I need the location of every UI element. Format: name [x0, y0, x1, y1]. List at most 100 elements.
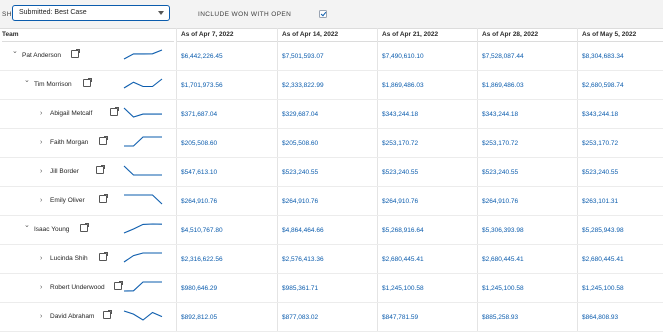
trend-line — [124, 194, 163, 205]
column-header-date: As of Apr 28, 2022 — [477, 28, 577, 42]
team-member-name: Isaac Young — [34, 226, 70, 233]
trend-sparkline — [124, 194, 163, 205]
forecast-amount-link[interactable]: $253,170.72 — [382, 140, 418, 147]
forecast-amount-link[interactable]: $2,576,413.36 — [282, 256, 324, 263]
trend-line — [123, 107, 162, 118]
forecast-amount-link[interactable]: $253,170.72 — [582, 140, 618, 147]
forecast-amount-link[interactable]: $264,910.76 — [482, 198, 518, 205]
forecast-amount-link[interactable]: $892,812.05 — [181, 314, 217, 321]
team-member-name: Tim Morrison — [34, 81, 72, 88]
open-record-icon[interactable] — [96, 165, 105, 174]
forecast-category-select[interactable]: Submitted: Best Case — [12, 5, 170, 21]
forecast-amount-link[interactable]: $523,240.55 — [482, 169, 518, 176]
table-row[interactable]: › Emily Oliver $264,910.76 $264,910.76 $264,… — [0, 187, 663, 216]
forecast-amount-link[interactable]: $877,083.02 — [282, 314, 318, 321]
column-header-team: Team — [2, 28, 174, 42]
chevron-right-icon[interactable]: › — [40, 110, 42, 117]
forecast-amount-link[interactable]: $2,680,598.74 — [582, 82, 624, 89]
forecast-amount-link[interactable]: $7,490,610.10 — [382, 53, 424, 60]
forecast-amount-link[interactable]: $329,687.04 — [282, 111, 318, 118]
chevron-down-icon[interactable]: ⌄ — [24, 77, 30, 84]
open-record-icon[interactable] — [71, 49, 80, 58]
forecast-amount-link[interactable]: $2,316,622.56 — [181, 256, 223, 263]
forecast-amount-link[interactable]: $4,864,464.66 — [282, 227, 324, 234]
forecast-amount-link[interactable]: $7,501,593.07 — [282, 53, 324, 60]
chevron-right-icon[interactable]: › — [40, 197, 42, 204]
chevron-down-icon[interactable]: ⌄ — [12, 48, 18, 55]
column-header-date: As of Apr 21, 2022 — [377, 28, 477, 42]
trend-line — [123, 165, 162, 176]
forecast-amount-link[interactable]: $2,680,445.41 — [482, 256, 524, 263]
forecast-amount-link[interactable]: $980,646.29 — [181, 285, 217, 292]
trend-line — [123, 49, 163, 60]
table-row[interactable]: ⌄ Tim Morrison $1,701,973.56 $2,333,822.99 $… — [0, 71, 663, 100]
forecast-amount-link[interactable]: $205,508.60 — [282, 140, 318, 147]
forecast-amount-link[interactable]: $343,244.18 — [382, 111, 418, 118]
open-record-icon[interactable] — [110, 107, 119, 116]
forecast-amount-link[interactable]: $8,304,683.34 — [582, 53, 624, 60]
forecast-amount-link[interactable]: $7,528,087.44 — [482, 53, 524, 60]
forecast-amount-link[interactable]: $547,613.10 — [181, 169, 217, 176]
trend-sparkline — [123, 49, 163, 60]
open-record-icon[interactable] — [99, 136, 108, 145]
table-row[interactable]: › Robert Underwood $980,646.29 $985,361.71 $… — [0, 274, 663, 303]
forecast-amount-link[interactable]: $4,510,767.80 — [181, 227, 223, 234]
forecast-amount-link[interactable]: $343,244.18 — [482, 111, 518, 118]
open-record-icon[interactable] — [83, 78, 92, 87]
forecast-amount-link[interactable]: $343,244.18 — [582, 111, 618, 118]
forecast-amount-link[interactable]: $1,245,100.58 — [382, 285, 424, 292]
table-row[interactable]: ⌄ Pat Anderson $6,442,226.45 $7,501,593.07 $… — [0, 42, 663, 71]
forecast-amount-link[interactable]: $371,687.04 — [181, 111, 217, 118]
forecast-amount-link[interactable]: $523,240.55 — [282, 169, 318, 176]
table-row[interactable]: › Faith Morgan $205,508.60 $205,508.60 $253,… — [0, 129, 663, 158]
forecast-amount-link[interactable]: $5,306,393.98 — [482, 227, 524, 234]
table-row[interactable]: › Lucinda Shih $2,316,622.56 $2,576,413.36 $… — [0, 245, 663, 274]
table-row[interactable]: › Abigail Metcalf $371,687.04 $329,687.04 $3… — [0, 100, 663, 129]
forecast-amount-link[interactable]: $1,869,486.03 — [382, 82, 424, 89]
forecast-amount-link[interactable]: $263,101.31 — [582, 198, 618, 205]
forecast-amount-link[interactable]: $264,910.76 — [282, 198, 318, 205]
open-record-icon[interactable] — [99, 194, 108, 203]
forecast-amount-link[interactable]: $253,170.72 — [482, 140, 518, 147]
forecast-amount-link[interactable]: $2,680,445.41 — [382, 256, 424, 263]
chevron-down-icon — [158, 11, 164, 15]
open-record-icon[interactable] — [103, 310, 112, 319]
chevron-right-icon[interactable]: › — [40, 168, 42, 175]
chevron-right-icon[interactable]: › — [40, 313, 42, 320]
open-record-icon[interactable] — [114, 281, 123, 290]
forecast-amount-link[interactable]: $847,781.59 — [382, 314, 418, 321]
forecast-amount-link[interactable]: $264,910.76 — [181, 198, 217, 205]
chevron-right-icon[interactable]: › — [40, 139, 42, 146]
forecast-amount-link[interactable]: $205,508.60 — [181, 140, 217, 147]
trend-sparkline — [123, 107, 162, 118]
forecast-amount-link[interactable]: $1,245,100.58 — [582, 285, 624, 292]
forecast-amount-link[interactable]: $1,701,973.56 — [181, 82, 223, 89]
team-member-name: Abigail Metcalf — [50, 110, 93, 117]
chevron-down-icon[interactable]: ⌄ — [24, 222, 30, 229]
forecast-amount-link[interactable]: $1,245,100.58 — [482, 285, 524, 292]
forecast-grid: Team As of Apr 7, 2022 As of Apr 14, 2022… — [0, 28, 663, 332]
forecast-amount-link[interactable]: $5,285,943.98 — [582, 227, 624, 234]
table-row[interactable]: ⌄ Isaac Young $4,510,767.80 $4,864,464.66 $5… — [0, 216, 663, 245]
forecast-amount-link[interactable]: $885,258.93 — [482, 314, 518, 321]
include-won-checkbox[interactable] — [319, 10, 327, 18]
trend-line — [123, 310, 163, 321]
forecast-amount-link[interactable]: $5,268,916.64 — [382, 227, 424, 234]
forecast-amount-link[interactable]: $864,808.93 — [582, 314, 618, 321]
forecast-category-value: Submitted: Best Case — [19, 9, 87, 16]
forecast-amount-link[interactable]: $6,442,226.45 — [181, 53, 223, 60]
forecast-amount-link[interactable]: $264,910.76 — [382, 198, 418, 205]
chevron-right-icon[interactable]: › — [40, 284, 42, 291]
forecast-amount-link[interactable]: $1,869,486.03 — [482, 82, 524, 89]
table-row[interactable]: › Jill Border $547,613.10 $523,240.55 $523,2… — [0, 158, 663, 187]
forecast-amount-link[interactable]: $2,680,445.41 — [582, 256, 624, 263]
open-record-icon[interactable] — [80, 223, 89, 232]
open-record-icon[interactable] — [99, 252, 108, 261]
forecast-amount-link[interactable]: $523,240.55 — [582, 169, 618, 176]
table-row[interactable]: › David Abraham $892,812.05 $877,083.02 $847… — [0, 303, 663, 332]
forecast-amount-link[interactable]: $523,240.55 — [382, 169, 418, 176]
forecast-amount-link[interactable]: $2,333,822.99 — [282, 82, 324, 89]
chevron-right-icon[interactable]: › — [40, 255, 42, 262]
include-won-label: INCLUDE WON WITH OPEN — [198, 11, 292, 18]
forecast-amount-link[interactable]: $985,361.71 — [282, 285, 318, 292]
